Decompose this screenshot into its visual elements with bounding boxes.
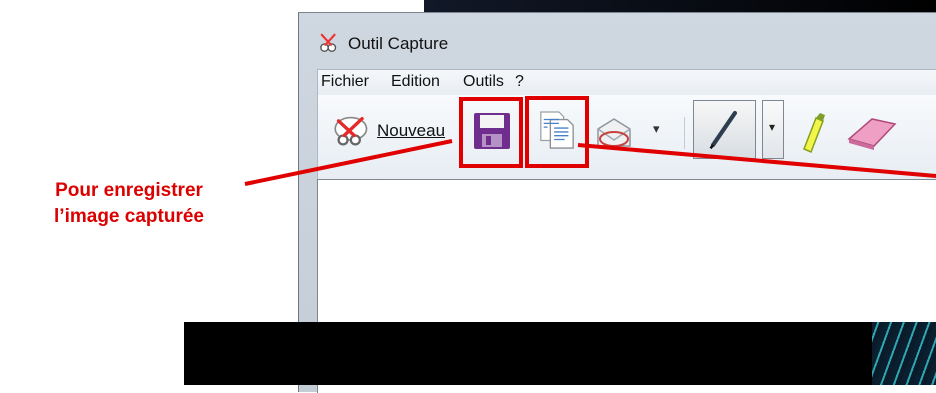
annotation-arrows — [244, 139, 936, 186]
